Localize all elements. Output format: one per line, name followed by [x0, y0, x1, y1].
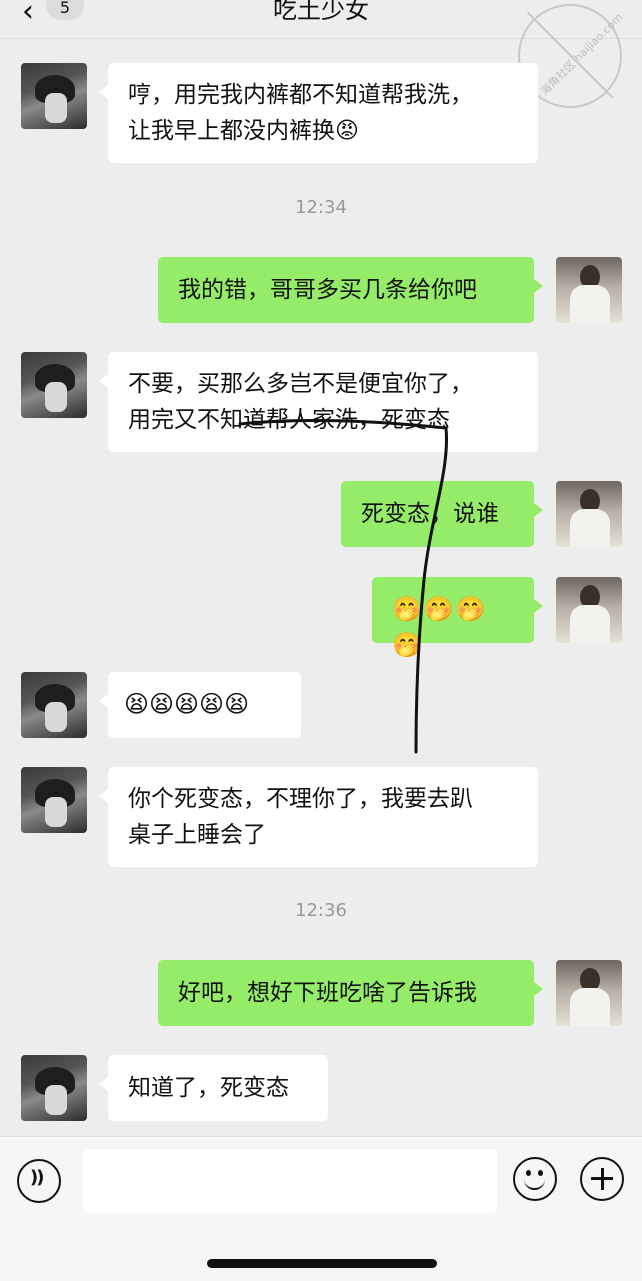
- emoji-icon[interactable]: [513, 1157, 557, 1201]
- input-bar: [0, 1136, 642, 1281]
- home-indicator: [207, 1259, 437, 1268]
- voice-icon[interactable]: [17, 1159, 61, 1203]
- plus-icon[interactable]: [580, 1157, 624, 1201]
- handdrawn-annotation: [238, 419, 449, 754]
- message-input[interactable]: [83, 1149, 497, 1213]
